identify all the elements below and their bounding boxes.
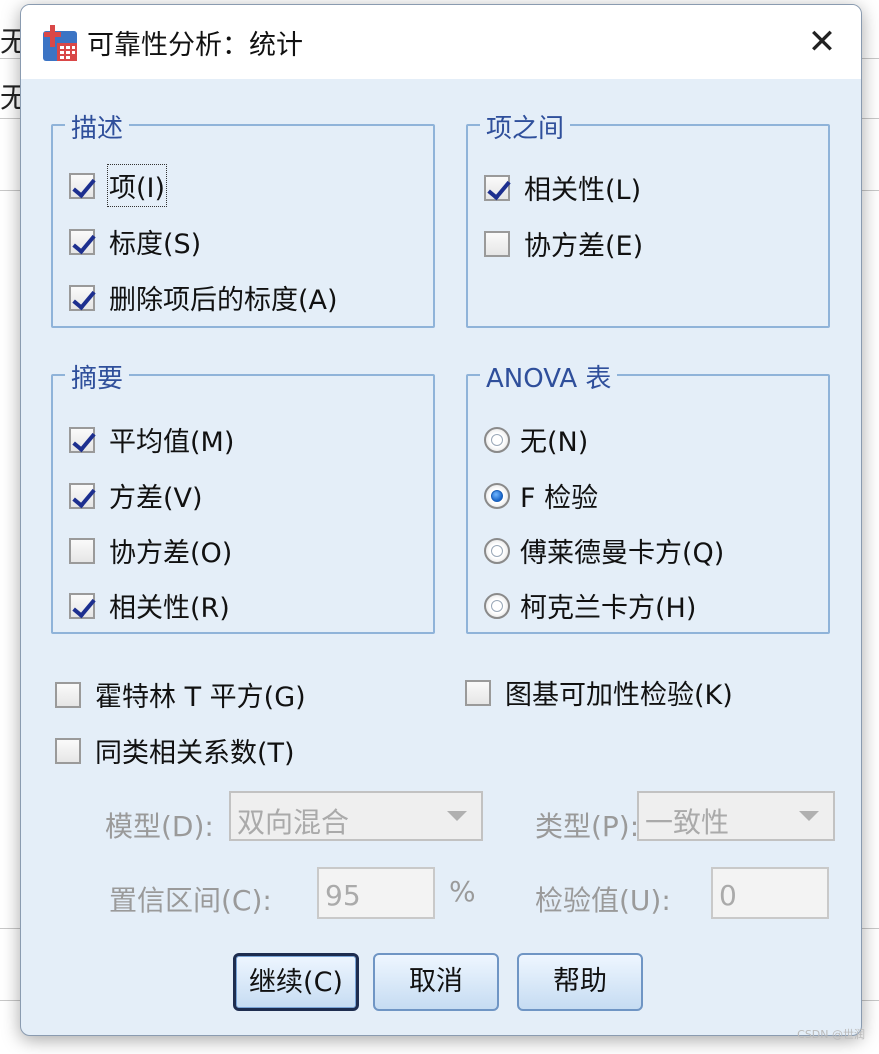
checkbox-label: 协方差(E) bbox=[524, 231, 644, 262]
radio-unselected-icon[interactable] bbox=[484, 592, 510, 619]
checkbox-correlations[interactable]: 相关性(R) bbox=[69, 586, 230, 625]
checkbox-checked-icon[interactable] bbox=[484, 174, 510, 201]
help-button[interactable]: 帮助 bbox=[517, 953, 643, 1011]
continue-button[interactable]: 继续(C) bbox=[233, 953, 359, 1011]
checkbox-variances[interactable]: 方差(V) bbox=[69, 476, 203, 515]
test-value-input[interactable]: 0 bbox=[711, 867, 829, 919]
summaries-group: 摘要 平均值(M) 方差(V) 协方差(O) 相关性(R) bbox=[51, 358, 435, 634]
test-value-label: 检验值(U): bbox=[535, 884, 671, 917]
anova-table-group: ANOVA 表 无(N) F 检验 傅莱德曼卡方(Q) 柯克兰卡方(H) bbox=[466, 358, 830, 634]
radio-cochran-chi-square[interactable]: 柯克兰卡方(H) bbox=[484, 586, 696, 625]
model-select[interactable]: 双向混合 bbox=[229, 791, 483, 841]
checkbox-checked-icon[interactable] bbox=[69, 482, 95, 509]
close-icon: ✕ bbox=[807, 22, 837, 62]
model-select-value: 双向混合 bbox=[237, 806, 350, 839]
radio-label: 傅莱德曼卡方(Q) bbox=[520, 538, 725, 569]
checkbox-label: 协方差(O) bbox=[109, 538, 233, 569]
radio-none[interactable]: 无(N) bbox=[484, 420, 588, 459]
close-button[interactable]: ✕ bbox=[797, 17, 847, 67]
radio-selected-icon[interactable] bbox=[484, 482, 510, 509]
checkbox-label: 相关性(R) bbox=[109, 593, 230, 624]
checkbox-label: 相关性(L) bbox=[524, 175, 642, 206]
type-label: 类型(P): bbox=[535, 810, 640, 843]
checkbox-means[interactable]: 平均值(M) bbox=[69, 420, 234, 459]
dropdown-arrow-icon bbox=[447, 811, 467, 821]
type-select-value: 一致性 bbox=[645, 806, 730, 839]
percent-unit: % bbox=[449, 875, 476, 908]
confidence-interval-input[interactable]: 95 bbox=[317, 867, 435, 919]
checkbox-unchecked-icon[interactable] bbox=[69, 537, 95, 564]
spss-app-icon bbox=[43, 25, 77, 61]
checkbox-label: 删除项后的标度(A) bbox=[109, 285, 338, 316]
checkbox-unchecked-icon[interactable] bbox=[484, 230, 510, 257]
descriptives-group: 描述 项(I) 标度(S) 删除项后的标度(A) bbox=[51, 108, 435, 328]
checkbox-label: 标度(S) bbox=[109, 229, 202, 260]
test-value-value: 0 bbox=[719, 879, 737, 912]
confidence-interval-label: 置信区间(C): bbox=[109, 884, 272, 917]
radio-friedman-chi-square[interactable]: 傅莱德曼卡方(Q) bbox=[484, 531, 724, 570]
dropdown-arrow-icon bbox=[799, 811, 819, 821]
group-legend: 描述 bbox=[65, 108, 130, 145]
title-bar: 可靠性分析：统计 ✕ bbox=[21, 5, 861, 79]
type-select[interactable]: 一致性 bbox=[637, 791, 835, 841]
checkbox-unchecked-icon[interactable] bbox=[55, 737, 81, 764]
checkbox-item[interactable]: 项(I) bbox=[69, 164, 168, 207]
confidence-interval-value: 95 bbox=[325, 879, 361, 912]
checkbox-label: 平均值(M) bbox=[109, 427, 235, 458]
checkbox-checked-icon[interactable] bbox=[69, 172, 95, 199]
radio-label: 无(N) bbox=[520, 427, 589, 458]
checkbox-hotelling-t-square[interactable]: 霍特林 T 平方(G) bbox=[55, 675, 306, 714]
radio-unselected-icon[interactable] bbox=[484, 537, 510, 564]
checkbox-checked-icon[interactable] bbox=[69, 228, 95, 255]
checkbox-unchecked-icon[interactable] bbox=[465, 679, 491, 706]
group-legend: 项之间 bbox=[480, 108, 571, 145]
group-legend: ANOVA 表 bbox=[480, 358, 618, 395]
checkbox-covariances[interactable]: 协方差(O) bbox=[69, 531, 232, 570]
checkbox-scale-if-item-deleted[interactable]: 删除项后的标度(A) bbox=[69, 278, 338, 317]
checkbox-label: 图基可加性检验(K) bbox=[505, 680, 733, 711]
radio-label: F 检验 bbox=[520, 483, 599, 514]
checkbox-label: 同类相关系数(T) bbox=[95, 738, 295, 769]
radio-unselected-icon[interactable] bbox=[484, 426, 510, 453]
checkbox-scale[interactable]: 标度(S) bbox=[69, 222, 201, 261]
checkbox-checked-icon[interactable] bbox=[69, 592, 95, 619]
checkbox-inter-item-covariances[interactable]: 协方差(E) bbox=[484, 224, 643, 263]
checkbox-checked-icon[interactable] bbox=[69, 426, 95, 453]
inter-item-group: 项之间 相关性(L) 协方差(E) bbox=[466, 108, 830, 328]
checkbox-tukey-additivity[interactable]: 图基可加性检验(K) bbox=[465, 673, 733, 712]
radio-label: 柯克兰卡方(H) bbox=[520, 593, 697, 624]
cancel-button[interactable]: 取消 bbox=[373, 953, 499, 1011]
checkbox-checked-icon[interactable] bbox=[69, 284, 95, 311]
model-label: 模型(D): bbox=[105, 810, 214, 843]
reliability-statistics-dialog: 可靠性分析：统计 ✕ 描述 项(I) 标度(S) 删除项后的标度(A) 项之间 … bbox=[20, 4, 862, 1036]
checkbox-unchecked-icon[interactable] bbox=[55, 681, 81, 708]
dialog-title: 可靠性分析：统计 bbox=[87, 30, 303, 61]
group-legend: 摘要 bbox=[65, 358, 130, 395]
checkbox-label: 霍特林 T 平方(G) bbox=[95, 682, 306, 713]
watermark: CSDN @世润 bbox=[797, 1028, 865, 1041]
checkbox-intraclass-correlation[interactable]: 同类相关系数(T) bbox=[55, 731, 295, 770]
checkbox-label: 项(I) bbox=[106, 164, 168, 207]
checkbox-inter-item-correlations[interactable]: 相关性(L) bbox=[484, 168, 641, 207]
radio-f-test[interactable]: F 检验 bbox=[484, 476, 598, 515]
checkbox-label: 方差(V) bbox=[109, 483, 203, 514]
